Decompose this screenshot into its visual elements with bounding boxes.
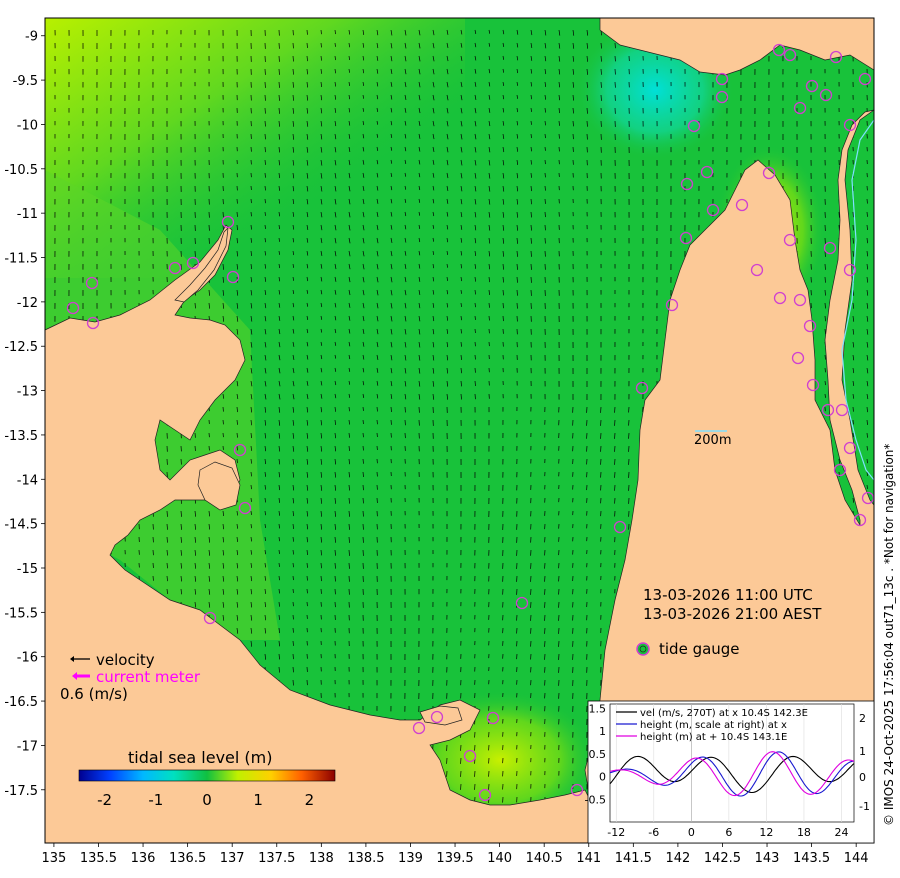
inset-y-left-tick-label: 1 xyxy=(599,725,606,738)
y-tick-label: -9.5 xyxy=(13,74,38,89)
x-axis: 135 135.5 136 136.5 137 137.5 138 138.5 139 139.5… xyxy=(41,843,869,866)
inset-legend-velocity: vel (m/s, 270T) at x 10.4S 142.3E xyxy=(640,708,808,719)
y-tick-label: -11 xyxy=(17,207,38,222)
inset-y-right-tick-label: -1 xyxy=(859,800,870,813)
inset-y-left-tick-label: 1.5 xyxy=(589,703,607,716)
x-tick-label: 139 xyxy=(398,851,423,866)
current-meter-legend-label: current meter xyxy=(96,668,201,686)
inset-x-tick-label: 12 xyxy=(759,826,773,839)
inset-x-tick-label: 24 xyxy=(834,826,848,839)
inset-x-tick-label: -6 xyxy=(648,826,659,839)
inset-y-right-tick-label: 0 xyxy=(859,771,866,784)
y-tick-label: -16.5 xyxy=(4,695,38,710)
velocity-scale-label: 0.6 (m/s) xyxy=(60,685,128,703)
depth-contour-label: 200m xyxy=(694,433,731,448)
x-tick-label: 141 xyxy=(576,851,601,866)
y-tick-label: -10.5 xyxy=(4,163,38,178)
y-tick-label: -13 xyxy=(17,385,38,400)
x-tick-label: 143 xyxy=(755,851,780,866)
inset-legend-height-x: height (m, scale at right) at x xyxy=(640,720,787,731)
x-tick-label: 136.5 xyxy=(169,851,206,866)
y-tick-label: -12 xyxy=(17,296,38,311)
y-tick-label: -14 xyxy=(17,473,38,488)
tide-gauge-legend-label: tide gauge xyxy=(659,640,740,658)
x-tick-label: 137 xyxy=(220,851,245,866)
y-tick-label: -12.5 xyxy=(4,340,38,355)
x-tick-label: 144 xyxy=(844,851,869,866)
x-tick-label: 142 xyxy=(665,851,690,866)
y-tick-label: -11.5 xyxy=(4,252,38,267)
timeseries-inset: -12 -6 0 6 12 18 24 1.5 1 0.5 0 -0.5 2 1 0 -1 vel (m/s,… xyxy=(585,700,875,844)
y-tick-label: -10 xyxy=(17,118,38,133)
depth-contour-legend: 200m xyxy=(694,430,731,448)
colorbar-tick-label: 2 xyxy=(305,791,315,809)
x-tick-label: 139.5 xyxy=(436,851,473,866)
y-tick-label: -17.5 xyxy=(4,784,38,799)
x-tick-label: 140.5 xyxy=(526,851,563,866)
colorbar-title: tidal sea level (m) xyxy=(128,748,272,767)
copyright-text: © IMOS 24-Oct-2025 17:56:04 out71_13c . … xyxy=(882,444,896,826)
y-tick-label: -9 xyxy=(25,30,38,45)
tide-map: 135 135.5 136 136.5 137 137.5 138 138.5 139 139.5… xyxy=(4,17,896,866)
y-tick-label: -15 xyxy=(17,562,38,577)
x-tick-label: 140 xyxy=(487,851,512,866)
inset-x-tick-label: 18 xyxy=(797,826,811,839)
colorbar-gradient xyxy=(78,769,336,782)
y-tick-label: -13.5 xyxy=(4,429,38,444)
inset-x-tick-label: 0 xyxy=(688,826,695,839)
inset-legend: vel (m/s, 270T) at x 10.4S 142.3E height… xyxy=(616,708,808,743)
colorbar-tick-label: -2 xyxy=(97,791,112,809)
inset-y-left-tick-label: 0.5 xyxy=(589,748,607,761)
x-tick-label: 143.5 xyxy=(793,851,830,866)
inset-x-tick-label: 6 xyxy=(725,826,732,839)
x-tick-label: 135 xyxy=(41,851,66,866)
x-tick-label: 137.5 xyxy=(258,851,295,866)
inset-y-right-tick-label: 2 xyxy=(859,712,866,725)
timestamp-local: 13-03-2026 21:00 AEST xyxy=(643,605,822,623)
x-tick-label: 136 xyxy=(131,851,156,866)
timestamp-utc: 13-03-2026 11:00 UTC xyxy=(643,586,813,604)
inset-y-left-tick-label: -0.5 xyxy=(585,793,606,806)
x-tick-label: 141.5 xyxy=(615,851,652,866)
colorbar-tick-label: -1 xyxy=(148,791,163,809)
velocity-legend-label: velocity xyxy=(96,651,155,669)
y-tick-label: -16 xyxy=(17,651,38,666)
colorbar-tick-label: 1 xyxy=(253,791,263,809)
y-tick-label: -15.5 xyxy=(4,606,38,621)
y-tick-label: -14.5 xyxy=(4,518,38,533)
x-tick-label: 135.5 xyxy=(80,851,117,866)
inset-y-right-tick-label: 1 xyxy=(859,745,866,758)
inset-legend-height-plus: height (m) at + 10.4S 143.1E xyxy=(640,732,787,743)
y-axis: -9 -9.5 -10 -10.5 -11 -11.5 -12 -12.5 -13 -13.5 -1… xyxy=(4,30,45,799)
x-tick-label: 138 xyxy=(309,851,334,866)
inset-x-tick-label: -12 xyxy=(607,826,625,839)
y-tick-label: -17 xyxy=(17,739,38,754)
inset-y-left-tick-label: 0 xyxy=(599,771,606,784)
x-tick-label: 142.5 xyxy=(704,851,741,866)
x-tick-label: 138.5 xyxy=(347,851,384,866)
colorbar-tick-label: 0 xyxy=(202,791,212,809)
